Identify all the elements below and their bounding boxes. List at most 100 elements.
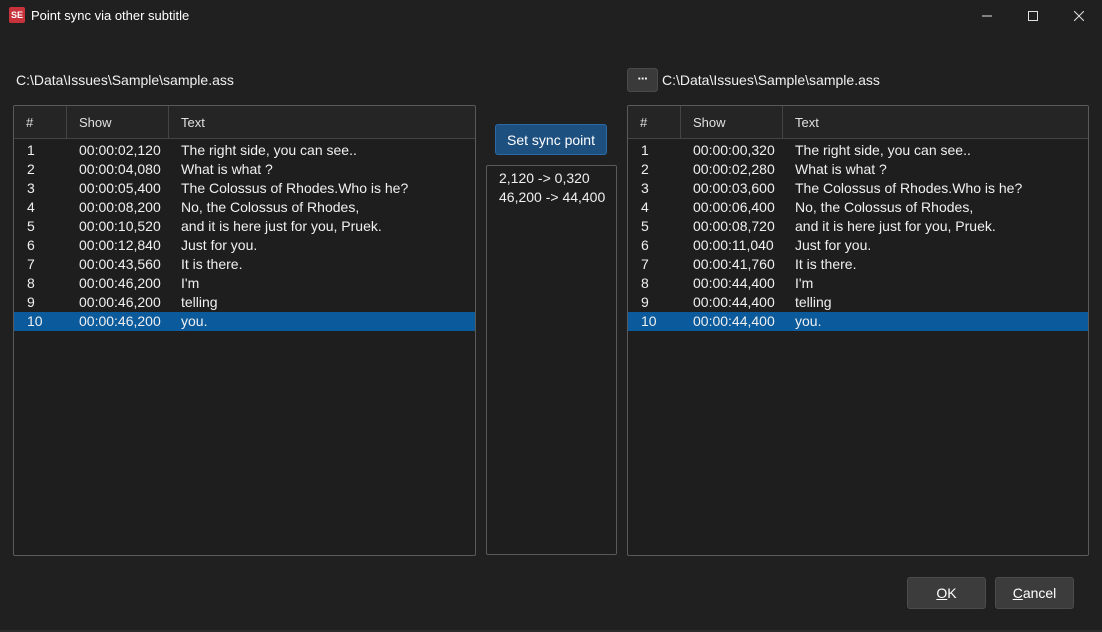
- table-row[interactable]: 3 00:00:03,600 The Colossus of Rhodes.Who …: [628, 179, 1088, 198]
- left-subtitle-grid[interactable]: # Show Text 1 00:00:02,120 The right side,…: [13, 105, 476, 556]
- browse-button[interactable]: ···: [627, 68, 658, 92]
- row-show-time: 00:00:46,200: [79, 294, 161, 310]
- table-row[interactable]: 6 00:00:11,040 Just for you.: [628, 236, 1088, 255]
- row-number: 8: [27, 275, 35, 291]
- table-row[interactable]: 4 00:00:08,200 No, the Colossus of Rhodes,: [14, 198, 475, 217]
- set-sync-point-button[interactable]: Set sync point: [495, 124, 607, 155]
- window-title: Point sync via other subtitle: [31, 8, 190, 23]
- sync-points-list[interactable]: 2,120 -> 0,320 46,200 -> 44,400: [486, 165, 617, 555]
- row-show-time: 00:00:08,720: [693, 218, 775, 234]
- ok-label: K: [947, 585, 957, 601]
- table-row[interactable]: 10 00:00:46,200 you.: [14, 312, 475, 331]
- row-text: It is there.: [181, 256, 243, 272]
- row-show-time: 00:00:08,200: [79, 199, 161, 215]
- maximize-icon: [1028, 11, 1038, 21]
- table-row[interactable]: 2 00:00:04,080 What is what ?: [14, 160, 475, 179]
- maximize-button[interactable]: [1010, 0, 1056, 32]
- cancel-mnemonic: C: [1012, 585, 1023, 601]
- minimize-button[interactable]: [964, 0, 1010, 32]
- row-text: The Colossus of Rhodes.Who is he?: [795, 180, 1023, 196]
- row-text: I'm: [795, 275, 814, 291]
- table-row[interactable]: 2 00:00:02,280 What is what ?: [628, 160, 1088, 179]
- row-number: 3: [641, 180, 649, 196]
- row-text: No, the Colossus of Rhodes,: [795, 199, 974, 215]
- row-number: 7: [27, 256, 35, 272]
- row-number: 3: [27, 180, 35, 196]
- row-text: No, the Colossus of Rhodes,: [181, 199, 360, 215]
- row-show-time: 00:00:43,560: [79, 256, 161, 272]
- row-text: you.: [181, 313, 208, 329]
- table-row[interactable]: 1 00:00:00,320 The right side, you can see…: [628, 141, 1088, 160]
- row-show-time: 00:00:46,200: [79, 275, 161, 291]
- table-row[interactable]: 9 00:00:46,200 telling: [14, 293, 475, 312]
- table-row[interactable]: 5 00:00:08,720 and it is here just for you…: [628, 217, 1088, 236]
- row-text: you.: [795, 313, 822, 329]
- sync-point-item[interactable]: 2,120 -> 0,320: [487, 169, 616, 188]
- table-row[interactable]: 7 00:00:43,560 It is there.: [14, 255, 475, 274]
- ok-mnemonic: O: [936, 585, 948, 601]
- row-text: The right side, you can see..: [181, 142, 357, 158]
- right-subtitle-grid[interactable]: # Show Text 1 00:00:00,320 The right side,…: [627, 105, 1089, 556]
- row-number: 4: [641, 199, 649, 215]
- row-number: 7: [641, 256, 649, 272]
- row-show-time: 00:00:44,400: [693, 275, 775, 291]
- table-row[interactable]: 3 00:00:05,400 The Colossus of Rhodes.Who …: [14, 179, 475, 198]
- row-show-time: 00:00:44,400: [693, 313, 775, 329]
- row-text: The Colossus of Rhodes.Who is he?: [181, 180, 409, 196]
- table-row[interactable]: 8 00:00:46,200 I'm: [14, 274, 475, 293]
- row-text: telling: [181, 294, 218, 310]
- close-icon: [1074, 11, 1084, 21]
- table-row[interactable]: 4 00:00:06,400 No, the Colossus of Rhodes,: [628, 198, 1088, 217]
- table-row[interactable]: 7 00:00:41,760 It is there.: [628, 255, 1088, 274]
- table-row[interactable]: 10 00:00:44,400 you.: [628, 312, 1088, 331]
- row-show-time: 00:00:00,320: [693, 142, 775, 158]
- ellipsis-icon: ···: [637, 70, 649, 86]
- minimize-icon: [982, 15, 992, 17]
- column-header-number[interactable]: #: [628, 106, 681, 138]
- row-text: The right side, you can see..: [795, 142, 971, 158]
- column-header-show[interactable]: Show: [681, 106, 783, 138]
- table-row[interactable]: 5 00:00:10,520 and it is here just for you…: [14, 217, 475, 236]
- column-header-text[interactable]: Text: [169, 106, 475, 138]
- row-show-time: 00:00:05,400: [79, 180, 161, 196]
- table-row[interactable]: 8 00:00:44,400 I'm: [628, 274, 1088, 293]
- row-show-time: 00:00:03,600: [693, 180, 775, 196]
- grid-header: # Show Text: [628, 106, 1088, 139]
- title-bar: SE Point sync via other subtitle: [0, 0, 1102, 32]
- grid-rows: 1 00:00:00,320 The right side, you can see…: [628, 139, 1088, 331]
- row-show-time: 00:00:41,760: [693, 256, 775, 272]
- column-header-show[interactable]: Show: [67, 106, 169, 138]
- app-logo-icon: SE: [9, 7, 25, 23]
- table-row[interactable]: 1 00:00:02,120 The right side, you can see…: [14, 141, 475, 160]
- row-show-time: 00:00:12,840: [79, 237, 161, 253]
- row-number: 9: [27, 294, 35, 310]
- row-text: Just for you.: [795, 237, 872, 253]
- row-show-time: 00:00:06,400: [693, 199, 775, 215]
- row-text: and it is here just for you, Pruek.: [181, 218, 382, 234]
- row-show-time: 00:00:46,200: [79, 313, 161, 329]
- row-text: telling: [795, 294, 832, 310]
- row-text: What is what ?: [795, 161, 887, 177]
- table-row[interactable]: 9 00:00:44,400 telling: [628, 293, 1088, 312]
- row-number: 2: [641, 161, 649, 177]
- row-number: 10: [27, 313, 43, 329]
- cancel-label: ancel: [1022, 585, 1057, 601]
- row-number: 6: [27, 237, 35, 253]
- column-header-number[interactable]: #: [14, 106, 67, 138]
- grid-rows: 1 00:00:02,120 The right side, you can see…: [14, 139, 475, 331]
- row-show-time: 00:00:10,520: [79, 218, 161, 234]
- row-show-time: 00:00:02,120: [79, 142, 161, 158]
- column-header-text[interactable]: Text: [783, 106, 1088, 138]
- cancel-button[interactable]: Cancel: [995, 577, 1074, 609]
- row-number: 2: [27, 161, 35, 177]
- row-number: 9: [641, 294, 649, 310]
- table-row[interactable]: 6 00:00:12,840 Just for you.: [14, 236, 475, 255]
- row-text: I'm: [181, 275, 200, 291]
- close-button[interactable]: [1056, 0, 1102, 32]
- row-number: 5: [27, 218, 35, 234]
- sync-point-item[interactable]: 46,200 -> 44,400: [487, 188, 616, 207]
- row-text: Just for you.: [181, 237, 258, 253]
- row-number: 4: [27, 199, 35, 215]
- row-number: 1: [641, 142, 649, 158]
- ok-button[interactable]: OK: [907, 577, 986, 609]
